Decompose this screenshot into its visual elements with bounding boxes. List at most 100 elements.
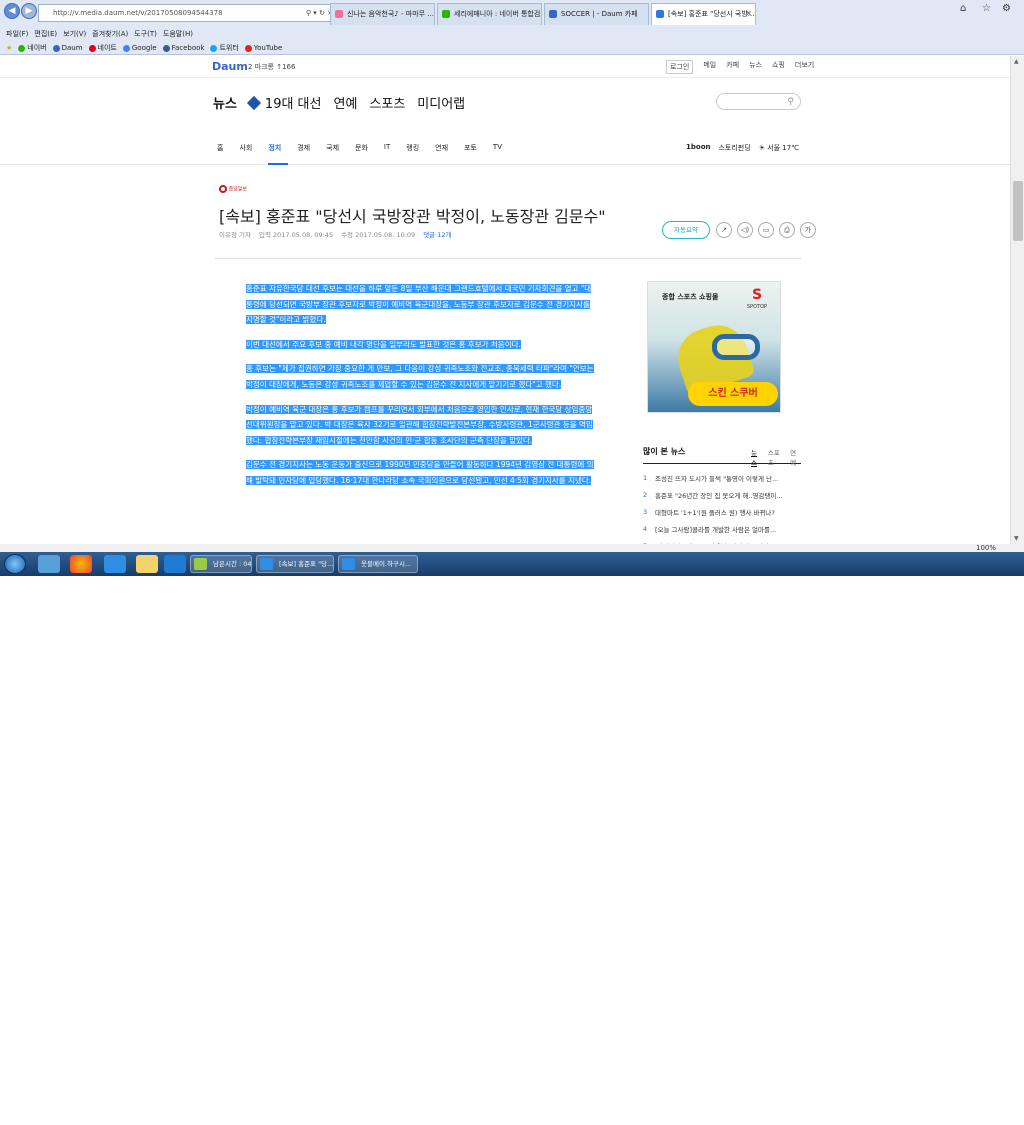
onboon-link[interactable]: 1boon	[686, 143, 710, 153]
fav-youtube[interactable]: YouTube	[244, 42, 282, 54]
gear-icon[interactable]: ⚙	[1002, 3, 1011, 14]
speaker-icon[interactable]: ◁)	[737, 222, 753, 238]
tab-label: [속보] 홍준표 "당선시 국방...	[668, 10, 755, 18]
browser-tab-4[interactable]: [속보] 홍준표 "당선시 국방... ✕	[651, 3, 756, 25]
fav-google[interactable]: Google	[122, 42, 157, 54]
browser-tab-2[interactable]: 세리에매니아 : 네이버 통합검...	[437, 3, 542, 25]
more-link[interactable]: 더보기	[795, 60, 814, 74]
cafe-link[interactable]: 카페	[726, 60, 739, 74]
search-refresh-icon[interactable]: ⚲ ▾ ↻ ×	[306, 5, 333, 21]
scroll-down-icon[interactable]: ▼	[1014, 535, 1019, 542]
gnb-entertainment[interactable]: 연예	[333, 93, 357, 112]
ad-title: 종합 스포츠 쇼핑몰	[662, 293, 719, 301]
nav-it[interactable]: IT	[384, 143, 390, 153]
util-bar	[0, 56, 1010, 78]
fav-naver[interactable]: 네이버	[18, 42, 47, 54]
nav-economy[interactable]: 경제	[297, 143, 310, 153]
forward-button[interactable]: ▶	[21, 3, 37, 19]
login-button[interactable]: 로그인	[666, 60, 694, 74]
scroll-thumb[interactable]	[1013, 181, 1023, 241]
storyfunding-link[interactable]: 스토리펀딩	[718, 143, 750, 153]
search-icon[interactable]: ⚲	[787, 97, 794, 107]
popular-tab-news[interactable]: 뉴스	[751, 447, 762, 467]
folder-icon[interactable]	[136, 555, 158, 573]
news-home-link[interactable]: 뉴스	[213, 93, 237, 112]
fav-nate[interactable]: 네이트	[88, 42, 117, 54]
menu-file[interactable]: 파일(F)	[6, 29, 28, 41]
nav-society[interactable]: 사회	[239, 143, 252, 153]
taskbar-item-browser-2[interactable]: 웃블메이.하구시...	[338, 555, 418, 573]
fav-daum[interactable]: Daum	[52, 42, 83, 54]
election-link[interactable]: 19대 대선	[246, 93, 321, 112]
vertical-scrollbar[interactable]: ▲ ▼	[1010, 56, 1024, 544]
favorites-bar: ★ 네이버 Daum 네이트 Google Facebook 트위터 YouTu…	[0, 42, 282, 54]
menu-help[interactable]: 도움말(H)	[163, 29, 193, 41]
popular-item[interactable]: 3 대형마트 '1+1'(원 플러스 원) 행사 바뀌나?	[643, 503, 801, 520]
nav-home[interactable]: 홈	[217, 143, 223, 153]
taskbar-item-browser[interactable]: [속보] 홍준표 "당...	[256, 555, 334, 573]
nav-tv[interactable]: TV	[493, 143, 502, 153]
taskbar-item-timer[interactable]: 남은시간 : 04:52	[190, 555, 252, 573]
realtime-keyword[interactable]: 2 마크롱 ↑166	[248, 62, 295, 72]
nav-ranking[interactable]: 랭킹	[406, 143, 419, 153]
popular-tab-sports[interactable]: 스포츠	[768, 447, 784, 467]
active-indicator	[268, 163, 288, 165]
ie-icon[interactable]	[104, 555, 126, 573]
nav-politics[interactable]: 정치	[268, 143, 281, 153]
home-icon[interactable]: ⌂	[960, 3, 966, 14]
clock-date: 2017-05-08	[976, 1116, 1014, 1124]
popular-title: 많이 본 뉴스	[643, 447, 686, 456]
taskbar: 남은시간 : 04:52 [속보] 홍준표 "당... 웃블메이.하구시... …	[0, 552, 1024, 1124]
menu-view[interactable]: 보기(V)	[63, 29, 86, 41]
ie-icon	[342, 558, 355, 570]
nav-photo[interactable]: 포토	[464, 143, 477, 153]
news-link[interactable]: 뉴스	[749, 60, 762, 74]
nav-world[interactable]: 국제	[326, 143, 339, 153]
paragraph: 이번 대선에서 주요 후보 중 예비 내각 명단을 일부라도 발표한 것은 홍 …	[246, 339, 521, 349]
gnb-medialab[interactable]: 미디어랩	[417, 93, 465, 112]
menu-tools[interactable]: 도구(T)	[134, 29, 157, 41]
fav-twitter[interactable]: 트위터	[210, 42, 239, 54]
back-button[interactable]: ◀	[4, 3, 20, 19]
close-tab-icon[interactable]: ✕	[745, 4, 752, 24]
address-bar[interactable]: http://v.media.daum.net/v/20170508094544…	[38, 4, 338, 22]
start-button[interactable]	[4, 554, 26, 574]
auto-summary-button[interactable]: 자동요약	[662, 221, 710, 239]
weather-widget[interactable]: ☀ 서울 17℃	[759, 143, 799, 153]
article-body[interactable]: 홍준표 자유한국당 대선 후보는 대선을 하루 앞둔 8일 부산 해운대 그랜드…	[246, 281, 596, 498]
daum-logo[interactable]: Daum	[212, 60, 248, 73]
comment-count-link[interactable]: 댓글 12개	[423, 229, 451, 239]
chrome-icon[interactable]	[70, 555, 92, 573]
mail-link[interactable]: 메일	[703, 60, 716, 74]
sports-ad-banner[interactable]: 종합 스포츠 쇼핑몰 S SPOTOP 스킨 스쿠버	[647, 281, 781, 413]
ie-icon	[260, 558, 273, 570]
fav-facebook[interactable]: Facebook	[162, 42, 204, 54]
spotop-s-icon: S	[751, 287, 763, 303]
nav-series[interactable]: 연재	[435, 143, 448, 153]
clock[interactable]: 오전 10:18 2017-05-08	[976, 1107, 1014, 1125]
menu-favorites[interactable]: 즐겨찾기(A)	[92, 29, 128, 41]
shopping-link[interactable]: 쇼핑	[772, 60, 785, 74]
search-input[interactable]: ⚲	[716, 93, 801, 110]
desktop-icon[interactable]	[38, 555, 60, 573]
print-icon[interactable]: ⎙	[779, 222, 795, 238]
browser-tab-3[interactable]: SOCCER | - Daum 카페	[544, 3, 649, 25]
share-icon[interactable]: ↗	[716, 222, 732, 238]
text-size-icon[interactable]: 가	[800, 222, 816, 238]
popular-tab-entertainment[interactable]: 연예	[790, 447, 801, 467]
press-logo[interactable]: 중앙일보	[219, 185, 259, 197]
browser-tab-1[interactable]: 신나는 음악천국♪ - 마마무 ...	[330, 3, 435, 25]
font-icon[interactable]: ▭	[758, 222, 774, 238]
menu-edit[interactable]: 편집(E)	[34, 29, 57, 41]
zoom-level[interactable]: 100%	[976, 544, 996, 552]
gnb-sports[interactable]: 스포츠	[369, 93, 405, 112]
favorites-star-icon[interactable]: ☆	[982, 3, 991, 14]
popular-item[interactable]: 4 [오늘 그사람]콜라를 개발한 사람은 얼마를...	[643, 520, 801, 537]
scroll-up-icon[interactable]: ▲	[1014, 58, 1019, 65]
app-icon[interactable]	[164, 555, 186, 573]
spotop-logo: S SPOTOP	[740, 286, 774, 316]
ad-badge: 스킨 스쿠버	[688, 382, 778, 406]
popular-item[interactable]: 1 조성진 뜨자 도시가 들썩 "통영이 이렇게 난...	[643, 469, 801, 486]
popular-item[interactable]: 2 홍준표 "26년간 장인 집 못오게 해..영감탱이...	[643, 486, 801, 503]
nav-culture[interactable]: 문화	[355, 143, 368, 153]
